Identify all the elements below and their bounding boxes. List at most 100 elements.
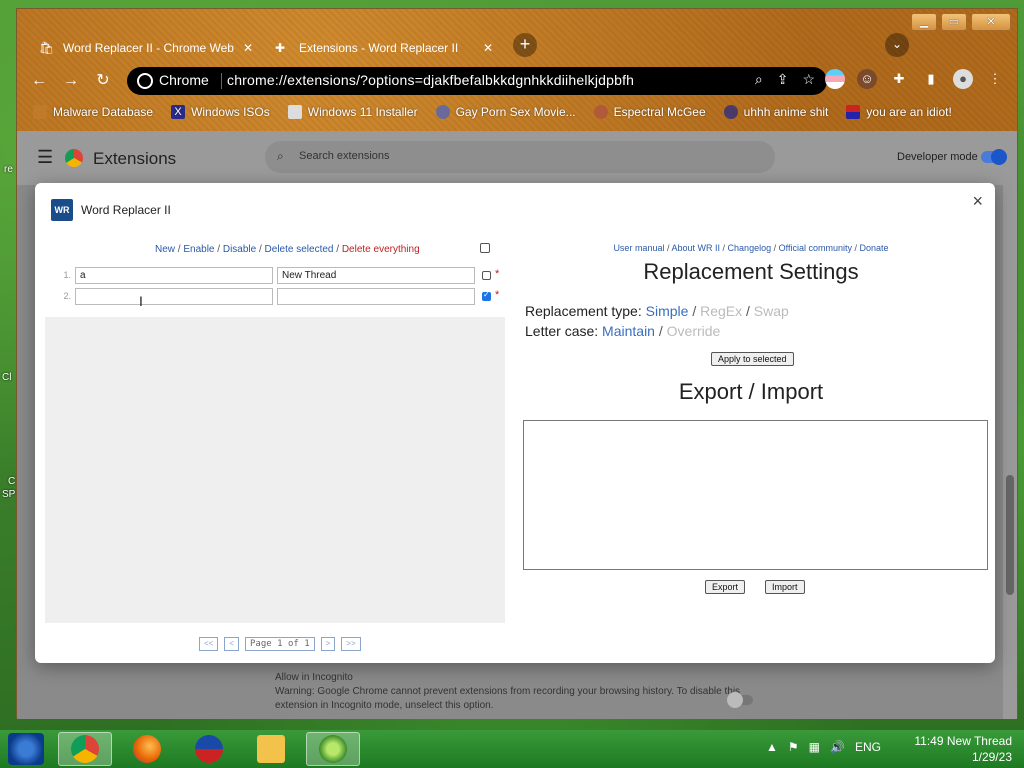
address-bar[interactable]: Chrome chrome://extensions/?options=djak… bbox=[127, 67, 827, 95]
puzzle-icon[interactable]: ✚ bbox=[889, 69, 909, 89]
bookmark-label: Windows 11 Installer bbox=[307, 105, 418, 119]
apply-to-selected-button[interactable]: Apply to selected bbox=[711, 352, 794, 366]
face-icon bbox=[593, 105, 608, 119]
volume-icon[interactable]: 🔊 bbox=[830, 740, 845, 754]
close-icon[interactable]: ✕ bbox=[243, 41, 253, 55]
page-title: Extensions bbox=[93, 149, 177, 168]
bookmark-item[interactable]: you are an idiot! bbox=[846, 101, 952, 123]
bookmark-item[interactable]: uhhh anime shit bbox=[723, 101, 829, 123]
avatar-extension-icon[interactable]: ☺ bbox=[857, 69, 877, 89]
bookmark-item[interactable]: Gay Porn Sex Movie... bbox=[435, 101, 576, 123]
language-indicator[interactable]: ENG bbox=[855, 740, 881, 754]
taskbar-explorer[interactable] bbox=[244, 732, 298, 766]
select-all-checkbox[interactable] bbox=[480, 243, 490, 253]
folder-icon bbox=[257, 735, 285, 763]
hamburger-menu-icon[interactable]: ☰ bbox=[37, 147, 53, 168]
network-icon[interactable]: ▦ bbox=[809, 740, 820, 754]
bookmark-label: uhhh anime shit bbox=[743, 105, 829, 119]
tab-extensions[interactable]: ✚ Extensions - Word Replacer II ✕ bbox=[265, 33, 501, 63]
tab-webstore[interactable]: 🛍 Word Replacer II - Chrome Web ✕ bbox=[29, 33, 261, 63]
regex-option[interactable]: RegEx bbox=[700, 303, 742, 319]
donate-link[interactable]: Donate bbox=[860, 243, 889, 253]
desktop-icon-label: re bbox=[4, 164, 13, 175]
replacement-list: New / Enable / Disable / Delete selected… bbox=[45, 235, 505, 317]
list-actions: New / Enable / Disable / Delete selected… bbox=[155, 244, 420, 255]
tab-label: Word Replacer II - Chrome Web bbox=[63, 41, 234, 55]
export-button[interactable]: Export bbox=[705, 580, 746, 594]
replace-input[interactable]: New Thread bbox=[277, 267, 475, 284]
simple-option[interactable]: Simple bbox=[646, 303, 689, 319]
delete-everything-link[interactable]: Delete everything bbox=[342, 244, 420, 255]
row-checkbox[interactable] bbox=[482, 271, 491, 280]
import-button[interactable]: Import bbox=[765, 580, 805, 594]
pager: << < Page 1 of 1 > >> bbox=[199, 637, 361, 651]
forward-button[interactable]: → bbox=[59, 69, 83, 93]
zoom-icon[interactable]: ⌕ bbox=[755, 71, 763, 88]
site-label: Chrome bbox=[159, 72, 209, 88]
close-icon[interactable]: ✕ bbox=[483, 41, 493, 55]
bookmark-item[interactable]: Malware Database bbox=[33, 101, 153, 123]
maintain-option[interactable]: Maintain bbox=[602, 323, 655, 339]
override-option[interactable]: Override bbox=[667, 323, 721, 339]
replace-input[interactable] bbox=[277, 288, 475, 305]
tab-search-button[interactable]: ⌄ bbox=[885, 33, 909, 57]
enable-link[interactable]: Enable bbox=[183, 244, 214, 255]
reload-button[interactable]: ↻ bbox=[91, 69, 115, 93]
sidepanel-icon[interactable]: ▮ bbox=[921, 69, 941, 89]
new-tab-button[interactable]: + bbox=[513, 33, 537, 57]
close-window-button[interactable]: ✕ bbox=[971, 13, 1011, 31]
start-button[interactable] bbox=[8, 733, 44, 765]
minimize-button[interactable]: ▁ bbox=[911, 13, 937, 31]
first-page-button[interactable]: << bbox=[199, 637, 219, 651]
taskbar-chrome[interactable] bbox=[58, 732, 112, 766]
swap-option[interactable]: Swap bbox=[754, 303, 789, 319]
bookmark-label: Malware Database bbox=[53, 105, 154, 119]
profile-avatar[interactable]: ● bbox=[953, 69, 973, 89]
share-icon[interactable]: ⇪ bbox=[777, 71, 789, 88]
about-link[interactable]: About WR II bbox=[672, 243, 721, 253]
chevron-up-icon[interactable]: ▲ bbox=[766, 740, 778, 754]
bookmark-item[interactable]: Espectral McGee bbox=[593, 101, 706, 123]
next-page-button[interactable]: > bbox=[320, 637, 336, 651]
bookmark-item[interactable]: Windows 11 Installer bbox=[287, 101, 418, 123]
star-icon[interactable]: ☆ bbox=[802, 71, 815, 88]
close-dialog-button[interactable]: × bbox=[972, 191, 983, 212]
bookmark-item[interactable]: X Windows ISOs bbox=[171, 101, 270, 123]
search-placeholder: Search extensions bbox=[299, 150, 390, 162]
user-manual-link[interactable]: User manual bbox=[613, 243, 664, 253]
search-input[interactable]: ⌕ Search extensions bbox=[265, 141, 775, 173]
export-import-textarea[interactable] bbox=[523, 420, 988, 570]
disable-link[interactable]: Disable bbox=[223, 244, 256, 255]
last-page-button[interactable]: >> bbox=[341, 637, 361, 651]
find-input[interactable]: a bbox=[75, 267, 273, 284]
puzzle-icon: ✚ bbox=[275, 41, 286, 55]
find-input[interactable] bbox=[75, 288, 273, 305]
delete-selected-link[interactable]: Delete selected bbox=[265, 244, 334, 255]
menu-icon[interactable]: ⋮ bbox=[985, 69, 1005, 89]
maximize-button[interactable]: ▭ bbox=[941, 13, 967, 31]
flag-icon[interactable]: ⚑ bbox=[788, 740, 799, 754]
new-link[interactable]: New bbox=[155, 244, 175, 255]
incognito-toggle[interactable] bbox=[727, 692, 753, 708]
chrome-icon bbox=[71, 735, 99, 763]
prev-page-button[interactable]: < bbox=[224, 637, 240, 651]
scrollbar-thumb[interactable] bbox=[1006, 475, 1014, 595]
omnibox-actions: ⌕ ⇪ ☆ bbox=[755, 71, 815, 88]
table-row: 2. * bbox=[45, 288, 505, 308]
letter-case-label: Letter case: bbox=[525, 323, 599, 339]
app-icon bbox=[195, 735, 223, 763]
incognito-warning: Warning: Google Chrome cannot prevent ex… bbox=[275, 686, 741, 711]
row-checkbox[interactable] bbox=[482, 290, 491, 301]
back-button[interactable]: ← bbox=[27, 69, 51, 93]
taskbar-app[interactable] bbox=[182, 732, 236, 766]
developer-mode-toggle[interactable] bbox=[981, 149, 1007, 165]
clock[interactable]: 11:49 New Thread 1/29/23 bbox=[900, 733, 1012, 765]
url-text[interactable]: chrome://extensions/?options=djakfbefalb… bbox=[227, 72, 634, 88]
community-link[interactable]: Official community bbox=[779, 243, 852, 253]
flag-extension-icon[interactable] bbox=[825, 69, 845, 89]
developer-mode-label: Developer mode bbox=[897, 151, 978, 163]
scrollbar[interactable] bbox=[1003, 185, 1017, 719]
taskbar-app-active[interactable] bbox=[306, 732, 360, 766]
changelog-link[interactable]: Changelog bbox=[728, 243, 772, 253]
taskbar-firefox[interactable] bbox=[120, 732, 174, 766]
